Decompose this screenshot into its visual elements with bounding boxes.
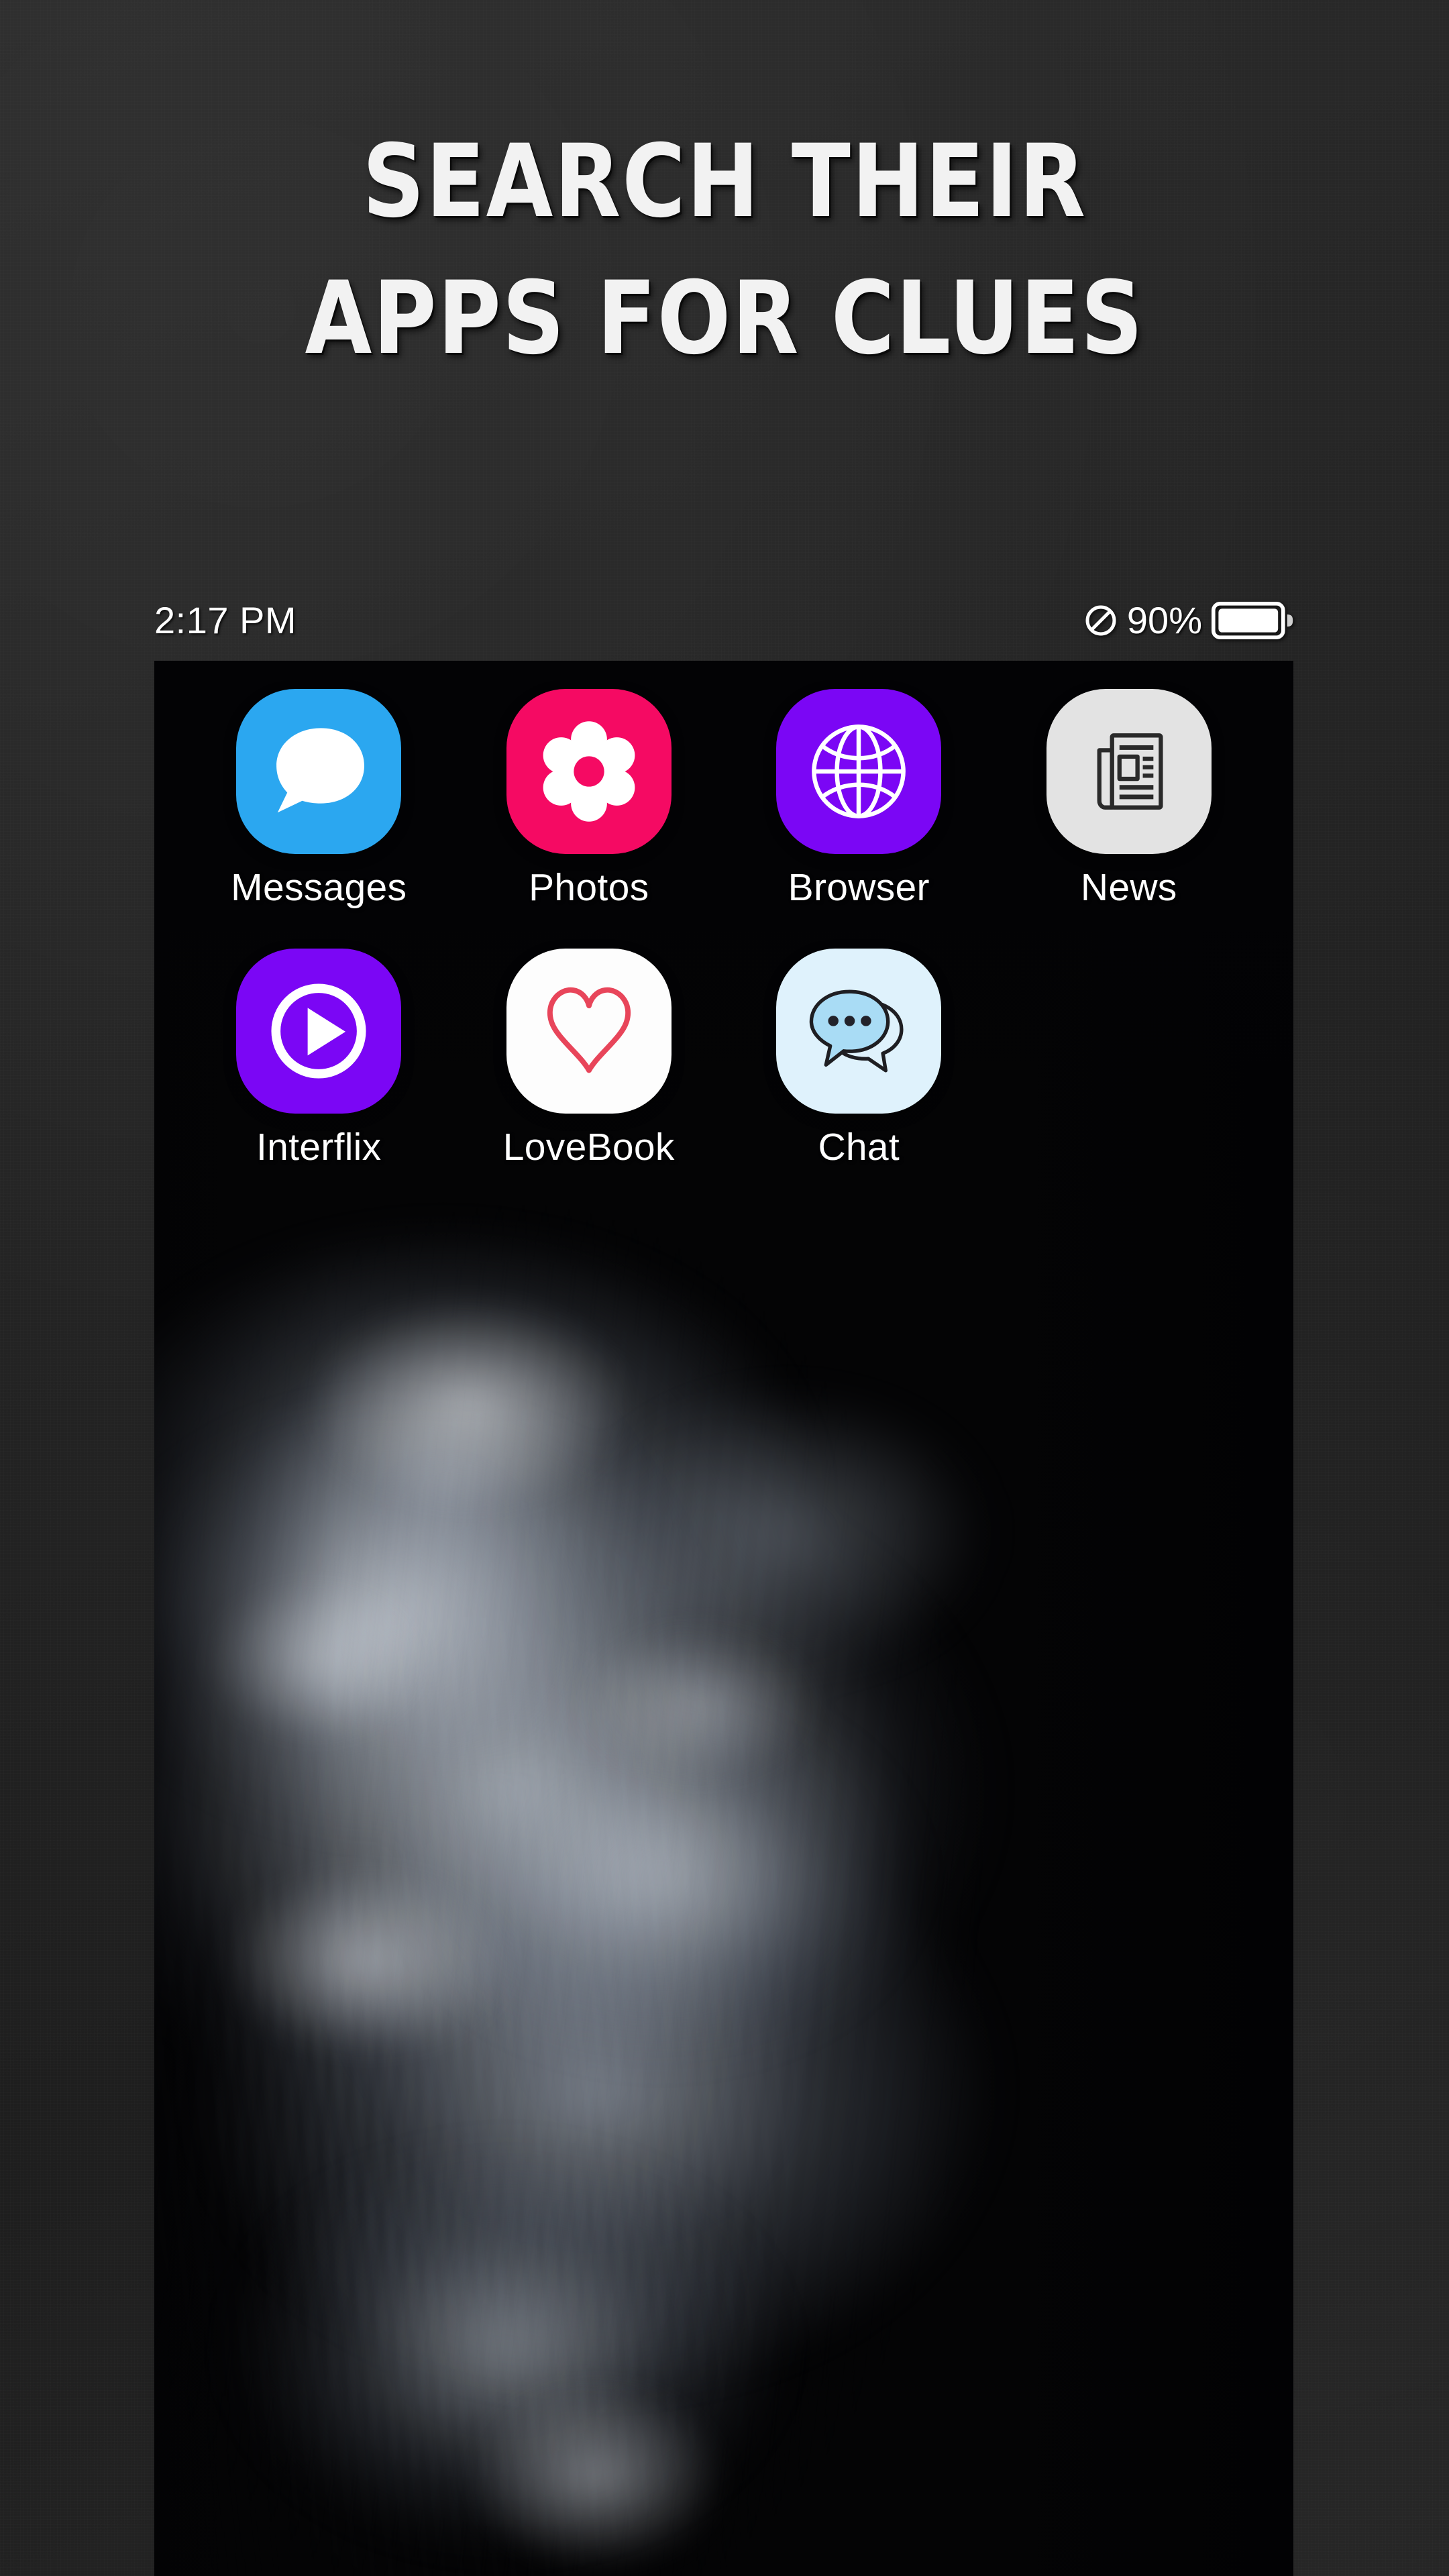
app-label: LoveBook xyxy=(502,1126,675,1169)
app-icon-interflix[interactable]: Interflix xyxy=(184,949,454,1167)
do-not-disturb-icon xyxy=(1084,604,1118,637)
messages-tile[interactable] xyxy=(236,689,402,854)
speech-bubble-icon xyxy=(262,714,376,828)
photos-tile[interactable] xyxy=(506,689,672,854)
interflix-tile[interactable] xyxy=(236,949,402,1114)
status-bar: 2:17 PM 90% xyxy=(154,594,1295,647)
app-label: Photos xyxy=(529,866,649,909)
newspaper-icon xyxy=(1076,718,1182,824)
app-icon-photos[interactable]: Photos xyxy=(454,689,724,907)
heart-outline-icon xyxy=(531,973,647,1089)
app-label: Browser xyxy=(788,866,930,909)
app-icon-messages[interactable]: Messages xyxy=(184,689,454,907)
app-icon-chat[interactable]: Chat xyxy=(724,949,994,1167)
status-bar-clock: 2:17 PM xyxy=(154,599,297,641)
app-label: Messages xyxy=(231,866,407,909)
app-grid: Messages Photos Browser News Interflix L… xyxy=(154,689,1293,1208)
headline-line-1: SEARCH THEIR xyxy=(362,123,1087,240)
lovebook-tile[interactable] xyxy=(506,949,672,1114)
status-bar-indicators: 90% xyxy=(1084,602,1295,639)
news-tile[interactable] xyxy=(1046,689,1212,854)
app-label: Chat xyxy=(818,1126,900,1169)
phone-screen: Messages Photos Browser News Interflix L… xyxy=(154,661,1293,2576)
app-icon-news[interactable]: News xyxy=(994,689,1265,907)
app-row: Messages Photos Browser News xyxy=(184,689,1264,907)
battery-percent-label: 90% xyxy=(1126,599,1202,641)
browser-tile[interactable] xyxy=(776,689,942,854)
app-label: Interflix xyxy=(256,1126,382,1169)
app-slot-empty xyxy=(994,949,1265,1167)
app-row: Interflix LoveBook Chat xyxy=(184,949,1264,1167)
headline-line-2: APPS FOR CLUES xyxy=(305,260,1144,377)
play-circle-icon xyxy=(258,970,380,1092)
globe-icon xyxy=(798,711,919,832)
headline: SEARCH THEIR APPS FOR CLUES xyxy=(0,131,1449,369)
battery-icon xyxy=(1212,602,1295,639)
app-label: News xyxy=(1080,866,1177,909)
chat-bubbles-icon xyxy=(802,975,915,1087)
app-icon-lovebook[interactable]: LoveBook xyxy=(454,949,724,1167)
promo-screenshot: SEARCH THEIR APPS FOR CLUES 2:17 PM 90% xyxy=(0,0,1449,2576)
chat-tile[interactable] xyxy=(776,949,942,1114)
app-icon-browser[interactable]: Browser xyxy=(724,689,994,907)
flower-icon xyxy=(533,715,645,828)
